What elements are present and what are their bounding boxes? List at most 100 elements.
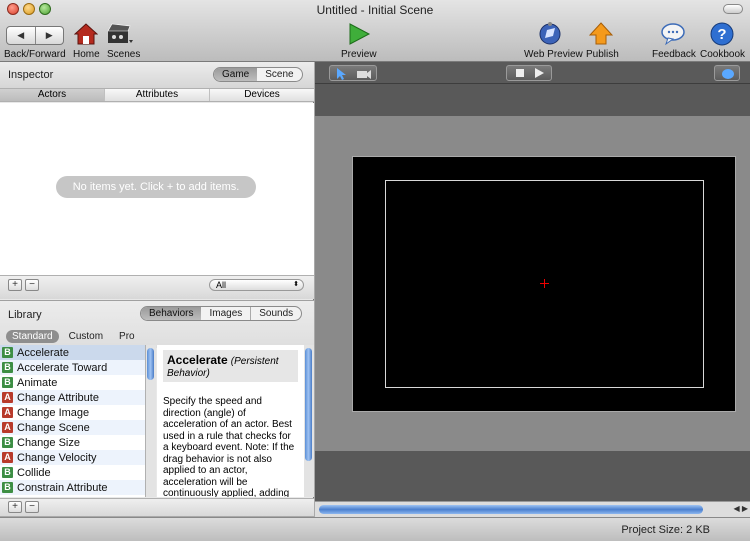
back-icon[interactable]: ◀ (7, 27, 36, 44)
list-item[interactable]: B Collide (0, 465, 145, 480)
feedback-icon[interactable] (660, 22, 686, 46)
home-label[interactable]: Home (73, 49, 100, 60)
list-item[interactable]: B Accelerate Toward (0, 360, 145, 375)
filter-value: All (216, 280, 227, 290)
window-title: Untitled - Initial Scene (316, 3, 434, 17)
actor-filter-select[interactable]: All ⬍ (209, 279, 304, 291)
scenes-label[interactable]: Scenes (107, 49, 140, 60)
scroll-thumb[interactable] (319, 505, 703, 514)
stage-top-margin (315, 84, 750, 116)
inspector-mode-toggle[interactable]: Game Scene (213, 67, 303, 82)
behavior-badge-icon: B (2, 437, 13, 448)
tab-sounds[interactable]: Sounds (251, 307, 301, 320)
action-badge-icon: A (2, 452, 13, 463)
list-item[interactable]: A Change Velocity (0, 450, 145, 465)
behavior-badge-icon: B (2, 467, 13, 478)
preview-icon[interactable] (347, 22, 371, 46)
list-item-label: Accelerate (17, 346, 69, 359)
status-bar: Project Size: 2 KB (0, 517, 750, 541)
list-item[interactable]: A Change Scene (0, 420, 145, 435)
list-item[interactable]: A Change Attribute (0, 390, 145, 405)
left-panel: Inspector Game Scene Actors Attributes D… (0, 62, 314, 516)
mode-scene-button[interactable]: Scene (257, 68, 301, 81)
list-item[interactable]: B Accelerate (0, 345, 145, 360)
remove-actor-button[interactable]: − (25, 279, 39, 291)
subtab-pro[interactable]: Pro (113, 330, 141, 343)
doc-scrollbar[interactable] (304, 345, 314, 497)
publish-icon[interactable] (589, 22, 613, 46)
stage-tool-toggle[interactable] (329, 65, 377, 81)
toolbar: Untitled - Initial Scene ◀ ▶ Back/Forwar… (0, 0, 750, 62)
list-item[interactable]: B Change Size (0, 435, 145, 450)
list-item-label: Change Velocity (17, 451, 97, 464)
list-item-label: Accelerate Toward (17, 361, 108, 374)
cookbook-label[interactable]: Cookbook (700, 49, 745, 60)
back-forward-control[interactable]: ◀ ▶ (6, 26, 64, 45)
stage-toolbar (315, 62, 750, 84)
library-title: Library (8, 309, 42, 321)
add-actor-button[interactable]: + (8, 279, 22, 291)
stage-horizontal-scrollbar[interactable]: ◀ ▶ (315, 501, 750, 517)
add-behavior-button[interactable]: + (8, 501, 22, 513)
home-icon[interactable] (74, 22, 98, 46)
behavior-list-scrollbar[interactable] (146, 345, 156, 497)
web-preview-label[interactable]: Web Preview (524, 49, 583, 60)
scroll-thumb[interactable] (147, 348, 154, 380)
list-item[interactable]: A Change Image (0, 405, 145, 420)
list-item-label: Change Image (17, 406, 90, 419)
feedback-label[interactable]: Feedback (652, 49, 696, 60)
library-header: Library Behaviors Images Sounds Standard… (0, 300, 314, 348)
mode-game-button[interactable]: Game (214, 68, 258, 81)
playback-controls[interactable] (506, 65, 552, 81)
web-preview-icon[interactable] (538, 21, 562, 47)
preview-label[interactable]: Preview (341, 49, 377, 60)
toolbar-toggle-button[interactable] (723, 4, 743, 14)
library-subtabs: Standard Custom Pro (6, 330, 141, 343)
library-tab-toggle[interactable]: Behaviors Images Sounds (140, 306, 303, 321)
tab-attributes[interactable]: Attributes (105, 89, 210, 101)
list-item[interactable]: B Constrain Attribute (0, 480, 145, 495)
svg-text:?: ? (717, 26, 726, 43)
actors-list: No items yet. Click + to add items. (0, 103, 314, 275)
list-item[interactable]: B Animate (0, 375, 145, 390)
behavior-list: B Accelerate B Accelerate Toward B Animate A Ch… (0, 345, 146, 497)
behavior-badge-icon: B (2, 347, 13, 358)
behavior-badge-icon: B (2, 362, 13, 373)
stage-settings-button[interactable] (714, 65, 740, 81)
tab-behaviors[interactable]: Behaviors (141, 307, 202, 320)
inspector-header: Inspector Game Scene (0, 62, 314, 88)
library-footer: + − (0, 498, 314, 516)
publish-label[interactable]: Publish (586, 49, 619, 60)
subtab-custom[interactable]: Custom (63, 330, 109, 343)
device-rotate-icon[interactable] (721, 68, 735, 80)
chevron-updown-icon: ⬍ (293, 281, 299, 288)
project-size: Project Size: 2 KB (621, 524, 710, 536)
list-item-label: Animate (17, 376, 58, 389)
remove-behavior-button[interactable]: − (25, 501, 39, 513)
inspector-tabs: Actors Attributes Devices (0, 88, 314, 102)
camera-icon[interactable] (356, 68, 372, 80)
list-item-label: Constrain Attribute (17, 481, 108, 494)
tab-devices[interactable]: Devices (210, 89, 314, 101)
action-badge-icon: A (2, 392, 13, 403)
behavior-badge-icon: B (2, 482, 13, 493)
scenes-icon[interactable] (106, 22, 134, 46)
list-item-label: Change Size (17, 436, 80, 449)
doc-text: Specify the speed and direction (angle) … (163, 396, 295, 497)
forward-icon[interactable]: ▶ (36, 27, 64, 44)
back-forward-label: Back/Forward (4, 49, 66, 60)
play-icon[interactable] (534, 68, 544, 78)
list-item-label: Change Scene (17, 421, 90, 434)
subtab-standard[interactable]: Standard (6, 330, 59, 343)
list-item-label: Collide (17, 466, 51, 479)
behavior-doc-panel: Accelerate (Persistent Behavior) Specify… (157, 345, 304, 497)
tab-images[interactable]: Images (201, 307, 252, 320)
action-badge-icon: A (2, 407, 13, 418)
pointer-icon[interactable] (334, 67, 348, 81)
cookbook-icon[interactable]: ? (709, 21, 735, 47)
scroll-thumb[interactable] (305, 348, 312, 461)
scroll-arrows-icon[interactable]: ◀ ▶ (733, 504, 748, 513)
stop-icon[interactable] (516, 69, 524, 77)
scene-origin-crosshair (544, 279, 545, 288)
tab-actors[interactable]: Actors (0, 89, 105, 101)
